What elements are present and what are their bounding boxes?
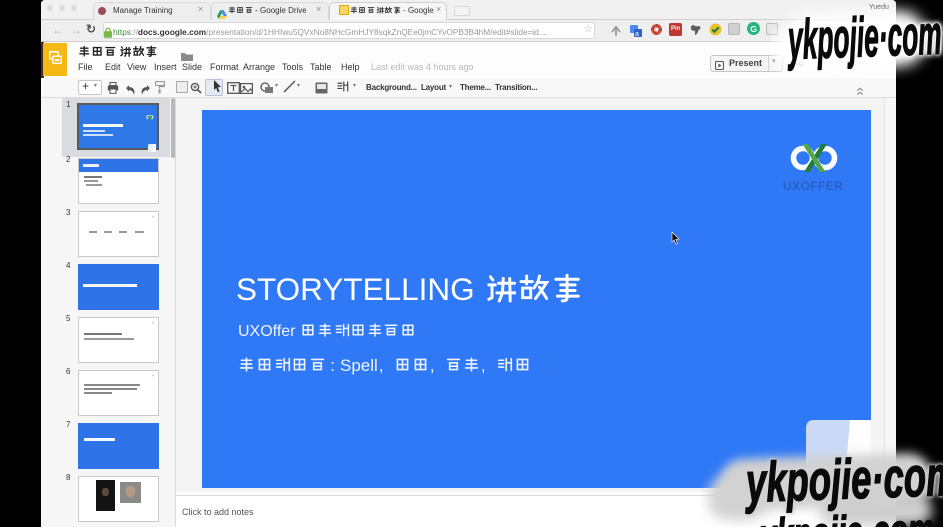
svg-text:G: G	[750, 24, 757, 34]
svg-text:a: a	[635, 31, 639, 37]
